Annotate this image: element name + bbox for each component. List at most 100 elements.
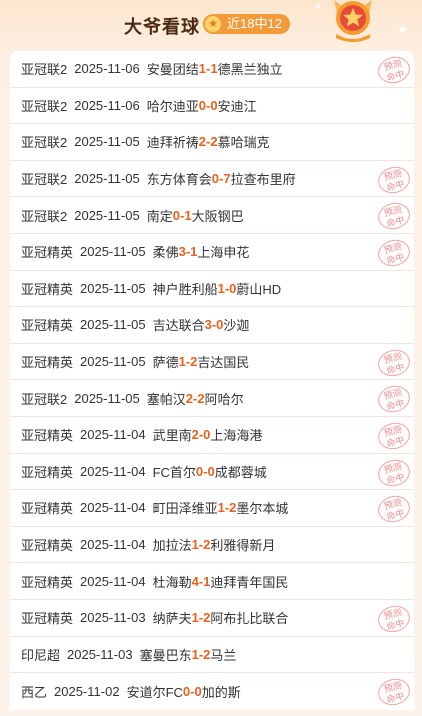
league-label: 亚冠精英 bbox=[21, 574, 74, 590]
hit-stamp-icon: 预测 命中 bbox=[375, 675, 413, 709]
league-label: 亚冠精英 bbox=[21, 428, 74, 444]
match-date: 2025-11-05 bbox=[74, 207, 140, 223]
home-team: 塞曼巴东 bbox=[139, 647, 192, 663]
match-date: 2025-11-06 bbox=[74, 97, 140, 113]
away-team: 安迪江 bbox=[217, 98, 257, 114]
home-team: 吉达联合 bbox=[152, 318, 205, 334]
league-label: 印尼超 bbox=[21, 647, 61, 663]
home-score: 1 bbox=[191, 610, 199, 626]
match-date: 2025-11-04 bbox=[80, 537, 146, 553]
star-icon: ★ bbox=[205, 16, 221, 32]
away-score: 0 bbox=[216, 317, 224, 333]
away-team: 利雅得新月 bbox=[210, 538, 276, 554]
home-team: 加拉法 bbox=[152, 538, 192, 554]
list-item[interactable]: 亚冠精英 2025-11-03 纳萨夫 1 - 2 阿布扎比联合 预测 命中 bbox=[10, 600, 414, 637]
home-score: 3 bbox=[178, 244, 186, 260]
league-label: 亚冠精英 bbox=[21, 355, 74, 371]
away-score: 2 bbox=[203, 610, 211, 626]
home-score: 2 bbox=[198, 134, 207, 150]
home-team: 町田泽维亚 bbox=[152, 501, 218, 517]
match-date: 2025-11-04 bbox=[80, 463, 146, 479]
home-score: 0 bbox=[195, 463, 204, 479]
away-team: 慕哈瑞克 bbox=[217, 135, 270, 151]
league-label: 亚冠联2 bbox=[21, 208, 68, 224]
home-score: 1 bbox=[191, 537, 199, 553]
match-date: 2025-11-05 bbox=[74, 134, 140, 150]
list-item[interactable]: 亚冠精英 2025-11-04 町田泽维亚 1 - 2 墨尔本城 预测 命中 bbox=[10, 490, 414, 527]
list-item[interactable]: 西乙 2025-11-02 安道尔FC 0 - 0 加的斯 预测 命中 bbox=[10, 673, 414, 710]
match-date: 2025-11-06 bbox=[74, 61, 140, 77]
home-score: 1 bbox=[217, 500, 225, 516]
page-title: 大爷看球 bbox=[124, 17, 200, 37]
away-score: 1 bbox=[203, 573, 211, 589]
home-score: 0 bbox=[211, 171, 220, 187]
away-score: 2 bbox=[203, 537, 211, 553]
list-item[interactable]: 亚冠精英 2025-11-05 吉达联合 3 - 0 沙迦 bbox=[10, 307, 414, 344]
league-label: 亚冠精英 bbox=[21, 318, 74, 334]
away-team: 马兰 bbox=[210, 647, 237, 663]
list-item[interactable]: 亚冠精英 2025-11-05 神户胜利船 1 - 0 蔚山HD bbox=[10, 271, 414, 308]
list-item[interactable]: 亚冠精英 2025-11-04 武里南 2 - 0 上海海港 预测 命中 bbox=[10, 417, 414, 454]
home-team: 杜海勒 bbox=[152, 574, 192, 590]
away-team: 墨尔本城 bbox=[236, 501, 289, 517]
home-team: 萨德 bbox=[152, 355, 179, 371]
sparkle-icon: ✦ bbox=[396, 22, 410, 39]
home-score: 0 bbox=[198, 97, 207, 113]
away-team: 上海海港 bbox=[210, 428, 263, 444]
home-score: 3 bbox=[204, 317, 212, 333]
home-score: 0 bbox=[172, 207, 181, 223]
list-item[interactable]: 亚冠联2 2025-11-05 南定 0 - 1 大阪钢巴 预测 命中 bbox=[10, 197, 414, 234]
list-item[interactable]: 亚冠精英 2025-11-05 柔佛 3 - 1 上海申花 预测 命中 bbox=[10, 234, 414, 271]
medal-icon bbox=[334, 0, 372, 42]
list-item[interactable]: 亚冠联2 2025-11-05 东方体育会 0 - 7 拉查布里府 预测 命中 bbox=[10, 161, 414, 198]
home-team: 南定 bbox=[146, 208, 173, 224]
hit-stamp-icon: 预测 命中 bbox=[375, 382, 413, 416]
list-item[interactable]: 亚冠精英 2025-11-04 杜海勒 4 - 1 迪拜青年国民 bbox=[10, 563, 414, 600]
league-label: 亚冠精英 bbox=[21, 501, 74, 517]
league-label: 亚冠联2 bbox=[21, 98, 68, 114]
away-score: 0 bbox=[210, 97, 218, 113]
list-item[interactable]: 亚冠精英 2025-11-05 萨德 1 - 2 吉达国民 预测 命中 bbox=[10, 344, 414, 381]
list-item[interactable]: 亚冠联2 2025-11-06 安曼团结 1 - 1 德黑兰独立 预测 命中 bbox=[10, 51, 414, 88]
league-label: 亚冠精英 bbox=[21, 611, 74, 627]
away-team: 阿哈尔 bbox=[204, 391, 244, 407]
away-team: 上海申花 bbox=[197, 245, 250, 261]
match-date: 2025-11-05 bbox=[74, 171, 140, 187]
hit-stamp-icon: 预测 命中 bbox=[375, 163, 413, 197]
away-score: 0 bbox=[194, 683, 202, 699]
hit-stamp-icon: 预测 命中 bbox=[375, 492, 413, 526]
hit-stamp-icon: 预测 命中 bbox=[375, 456, 413, 490]
away-score: 2 bbox=[197, 390, 205, 406]
away-score: 2 bbox=[190, 354, 198, 370]
away-team: 沙迦 bbox=[223, 318, 250, 334]
list-item[interactable]: 亚冠联2 2025-11-06 哈尔迪亚 0 - 0 安迪江 bbox=[10, 88, 414, 125]
record-badge: ★ 近18中12 bbox=[203, 14, 290, 34]
home-team: 纳萨夫 bbox=[152, 611, 192, 627]
list-item[interactable]: 亚冠联2 2025-11-05 塞帕汉 2 - 2 阿哈尔 预测 命中 bbox=[10, 380, 414, 417]
match-date: 2025-11-04 bbox=[80, 427, 146, 443]
league-label: 亚冠联2 bbox=[21, 391, 68, 407]
list-item[interactable]: 亚冠精英 2025-11-04 加拉法 1 - 2 利雅得新月 bbox=[10, 527, 414, 564]
home-team: 神户胜利船 bbox=[152, 281, 218, 297]
home-team: 安道尔FC bbox=[126, 684, 183, 700]
home-score: 1 bbox=[178, 354, 186, 370]
away-score: 1 bbox=[210, 61, 218, 77]
list-item[interactable]: 亚冠精英 2025-11-04 FC首尔 0 - 0 成都蓉城 预测 命中 bbox=[10, 454, 414, 491]
away-score: 0 bbox=[207, 463, 215, 479]
home-team: 东方体育会 bbox=[146, 172, 212, 188]
away-score: 1 bbox=[184, 207, 192, 223]
away-team: 蔚山HD bbox=[236, 281, 282, 297]
hit-stamp-icon: 预测 命中 bbox=[375, 346, 413, 380]
home-score: 1 bbox=[217, 280, 225, 296]
match-date: 2025-11-05 bbox=[80, 317, 146, 333]
away-team: 阿布扎比联合 bbox=[210, 611, 289, 627]
home-team: 武里南 bbox=[152, 428, 192, 444]
list-item[interactable]: 印尼超 2025-11-03 塞曼巴东 1 - 2 马兰 bbox=[10, 637, 414, 674]
away-score: 2 bbox=[203, 646, 211, 662]
home-score: 1 bbox=[198, 61, 207, 77]
home-team: 塞帕汉 bbox=[146, 391, 186, 407]
hit-stamp-icon: 预测 命中 bbox=[375, 602, 413, 636]
away-score: 2 bbox=[210, 134, 218, 150]
away-score: 2 bbox=[229, 500, 237, 516]
list-item[interactable]: 亚冠联2 2025-11-05 迪拜祈祷 2 - 2 慕哈瑞克 bbox=[10, 124, 414, 161]
